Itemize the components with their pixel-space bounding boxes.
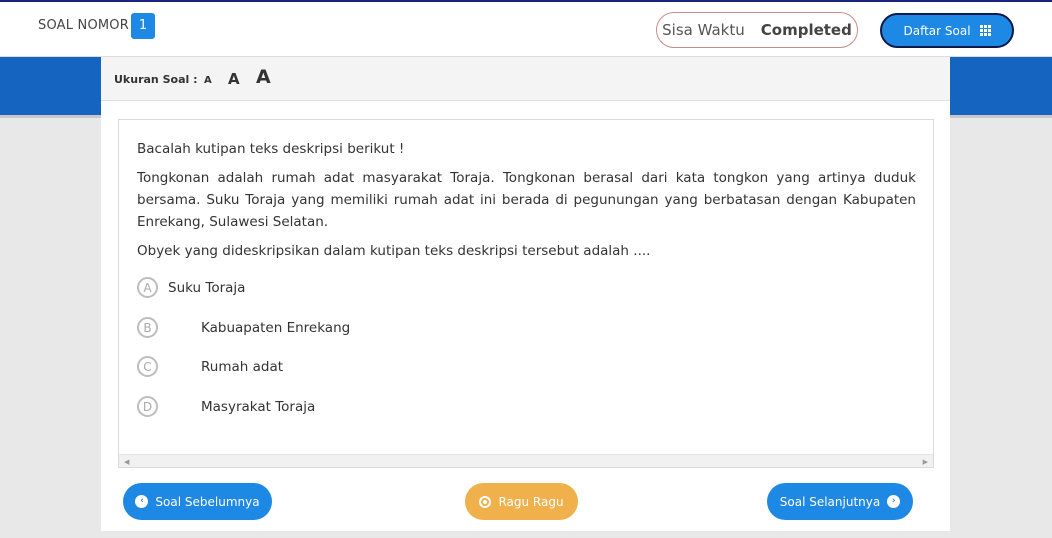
timer-label: Sisa Waktu <box>662 21 745 39</box>
soal-number-badge: 1 <box>131 13 155 39</box>
option-d-radio[interactable]: D <box>137 396 158 417</box>
timer-pill: Sisa Waktu Completed <box>656 12 858 48</box>
option-c-radio[interactable]: C <box>137 356 158 377</box>
option-b-text: Kabuapaten Enrekang <box>201 319 351 336</box>
option-c-text: Rumah adat <box>201 358 284 375</box>
scroll-right-arrow-icon[interactable]: ▶ <box>923 458 928 466</box>
ragu-ragu-button[interactable]: Ragu Ragu <box>465 483 578 520</box>
timer-value: Completed <box>760 21 852 39</box>
font-size-large-button[interactable]: A <box>256 66 271 88</box>
next-question-button[interactable]: Soal Selanjutnya › <box>767 483 913 520</box>
daftar-soal-label: Daftar Soal <box>903 23 971 38</box>
daftar-soal-button[interactable]: Daftar Soal <box>880 13 1014 48</box>
option-b-radio[interactable]: B <box>137 317 158 338</box>
option-a-radio[interactable]: A <box>137 277 158 298</box>
option-d-text: Masyrakat Toraja <box>201 398 316 415</box>
dot-circle-icon <box>479 495 492 508</box>
question-box: Bacalah kutipan teks deskripsi berikut !… <box>118 119 934 468</box>
option-c[interactable]: C Rumah adat <box>137 356 283 377</box>
chevron-left-circle-icon: ‹ <box>135 495 149 508</box>
grid-icon <box>979 25 991 36</box>
option-d[interactable]: D Masyrakat Toraja <box>137 396 315 417</box>
header-bar: SOAL NOMOR 1 Sisa Waktu Completed Daftar… <box>0 2 1052 57</box>
prev-question-label: Soal Sebelumnya <box>155 494 260 509</box>
chevron-right-circle-icon: › <box>887 495 901 508</box>
horizontal-scrollbar[interactable]: ◀ ▶ <box>119 454 933 467</box>
next-question-label: Soal Selanjutnya <box>779 494 881 509</box>
question-prompt: Obyek yang dideskripsikan dalam kutipan … <box>137 243 651 259</box>
question-text: Bacalah kutipan teks deskripsi berikut !… <box>137 138 916 269</box>
option-b[interactable]: B Kabuapaten Enrekang <box>137 317 350 338</box>
font-size-bar: Ukuran Soal : A A A <box>101 57 950 101</box>
question-card: Ukuran Soal : A A A Bacalah kutipan teks… <box>101 57 950 531</box>
font-size-title: Ukuran Soal : <box>114 73 198 86</box>
soal-nomor-label: SOAL NOMOR <box>38 18 129 33</box>
ragu-ragu-label: Ragu Ragu <box>498 494 564 509</box>
question-passage: Tongkonan adalah rumah adat masyarakat T… <box>137 170 916 230</box>
prev-question-button[interactable]: ‹ Soal Sebelumnya <box>123 483 272 520</box>
font-size-medium-button[interactable]: A <box>228 70 240 88</box>
question-intro: Bacalah kutipan teks deskripsi berikut ! <box>137 141 405 157</box>
option-a-text: Suku Toraja <box>168 279 246 296</box>
scroll-left-arrow-icon[interactable]: ◀ <box>124 458 129 466</box>
font-size-small-button[interactable]: A <box>204 75 212 86</box>
option-a[interactable]: A Suku Toraja <box>137 277 245 298</box>
